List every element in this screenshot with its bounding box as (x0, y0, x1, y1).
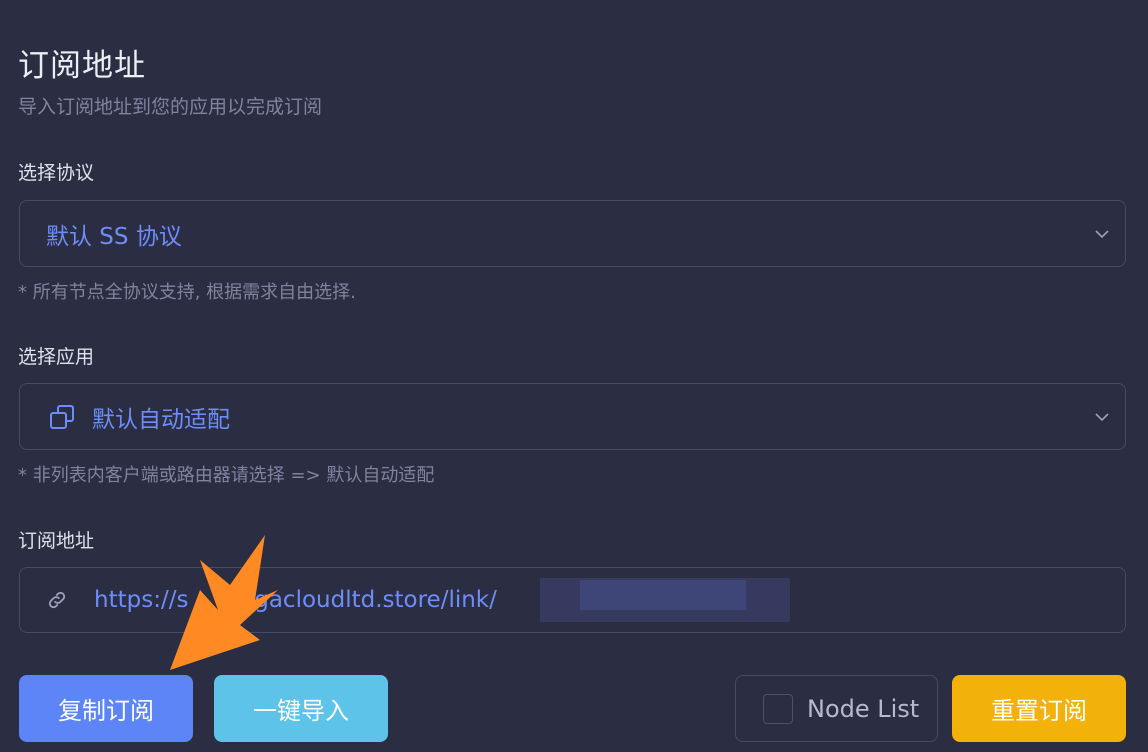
protocol-value: 默认 SS 协议 (46, 223, 182, 250)
protocol-label: 选择协议 (18, 162, 95, 184)
copy-subscription-button[interactable]: 复制订阅 (19, 675, 193, 742)
app-label: 选择应用 (18, 346, 95, 368)
reset-subscription-button[interactable]: 重置订阅 (952, 675, 1126, 742)
node-list-label: Node List (807, 694, 920, 723)
node-list-toggle[interactable]: Node List (735, 675, 938, 742)
subscription-url-field[interactable]: https://s .gacloudltd.store/link/ (19, 567, 1126, 633)
node-list-checkbox[interactable] (763, 693, 793, 724)
one-click-import-button[interactable]: 一键导入 (214, 675, 388, 742)
app-select[interactable]: 默认自动适配 (19, 383, 1126, 450)
link-icon (48, 591, 66, 609)
app-hint: * 非列表内客户端或路由器请选择 => 默认自动适配 (18, 465, 435, 486)
redacted-token-inner (580, 580, 746, 610)
page-subtitle: 导入订阅地址到您的应用以完成订阅 (18, 96, 323, 118)
subscription-url-text[interactable]: https://s .gacloudltd.store/link/ (94, 587, 497, 613)
subscription-label: 订阅地址 (18, 530, 95, 552)
app-value: 默认自动适配 (92, 406, 230, 433)
chevron-down-icon (1095, 413, 1109, 422)
page-title: 订阅地址 (18, 48, 146, 84)
protocol-hint: * 所有节点全协议支持, 根据需求自由选择. (18, 282, 356, 303)
app-window-icon (50, 404, 74, 429)
chevron-down-icon (1095, 230, 1109, 239)
subscription-panel: 订阅地址 导入订阅地址到您的应用以完成订阅 选择协议 默认 SS 协议 * 所有… (0, 0, 1148, 752)
protocol-select[interactable]: 默认 SS 协议 (19, 200, 1126, 267)
